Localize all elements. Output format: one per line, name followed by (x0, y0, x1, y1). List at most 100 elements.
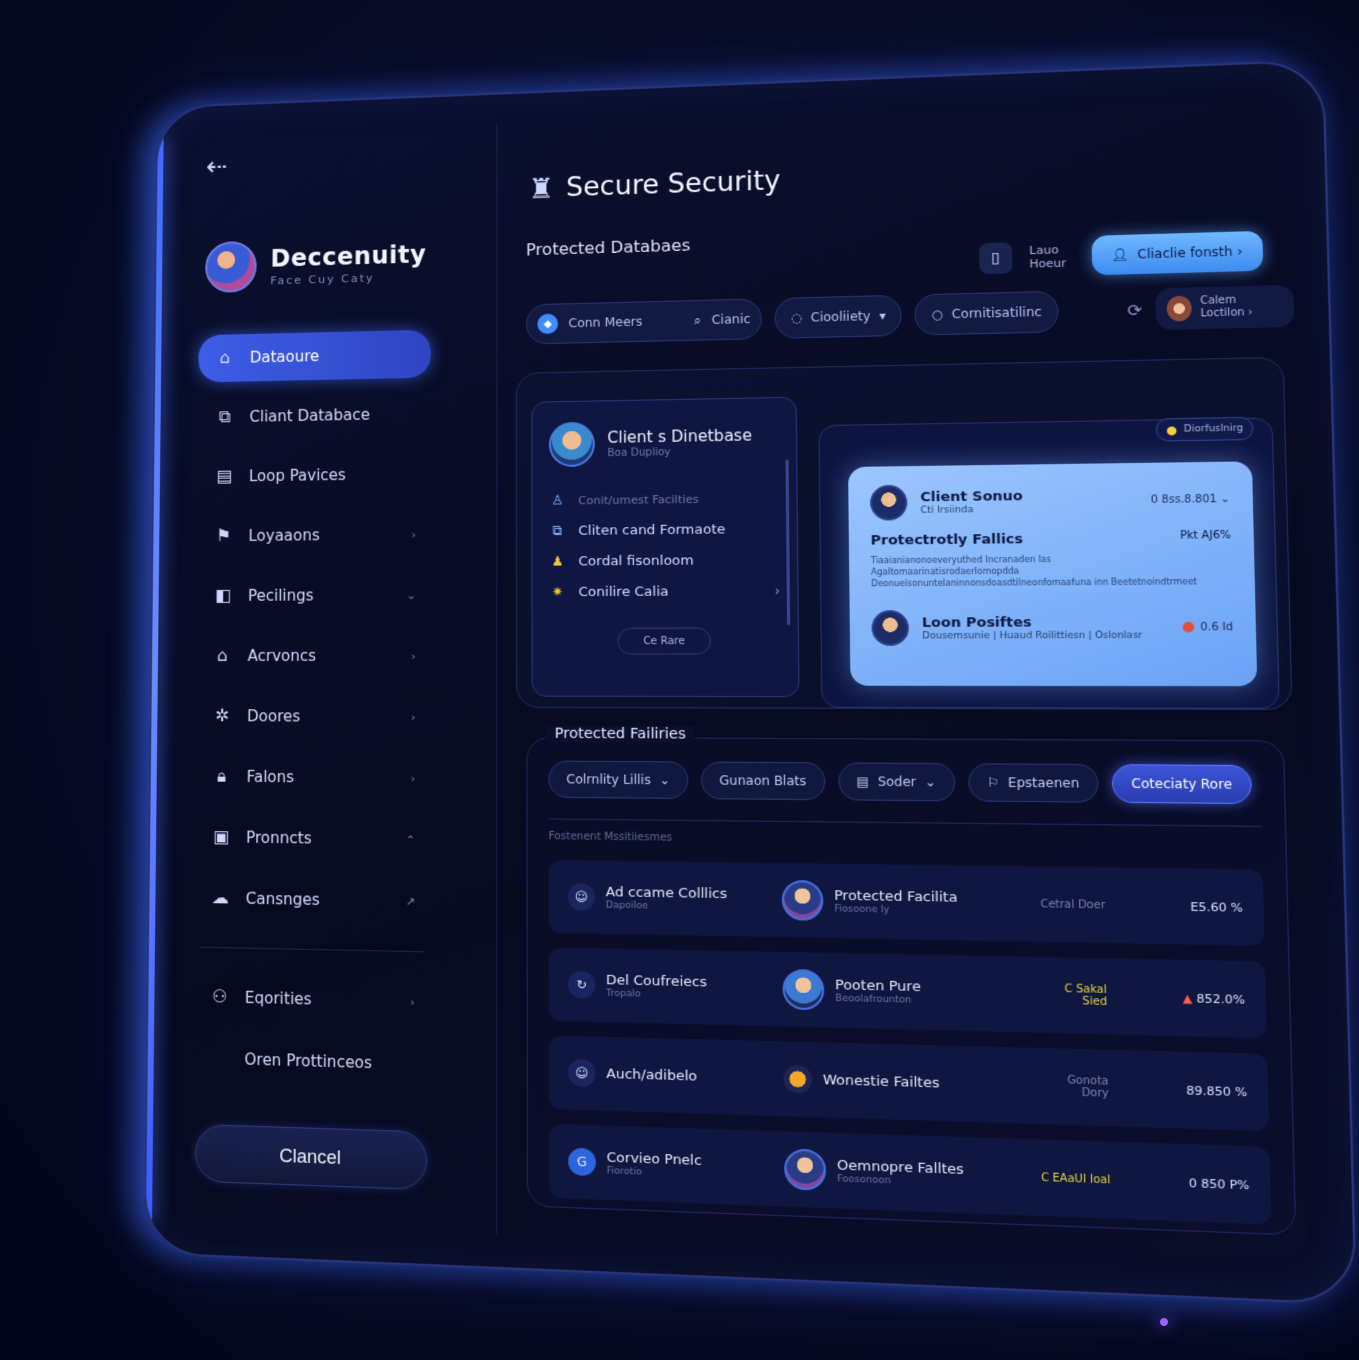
sidebar-item-doores[interactable]: ✲ Doores › (195, 692, 430, 741)
row-value: E5.60 % (1190, 899, 1244, 915)
refresh-icon[interactable]: ⟳ (1127, 300, 1142, 320)
card-title: Client s Dinetbase (607, 426, 753, 447)
list-item[interactable]: ⧉ Cliten cand Formaote (549, 513, 780, 546)
glow-dot (1160, 1318, 1168, 1326)
sidebar-item-loyaaons[interactable]: ⚑ Loyaaons › (197, 510, 431, 560)
scrollbar[interactable] (785, 459, 791, 626)
folder-icon: ◧ (215, 585, 232, 606)
shield-figure-icon: ♜ (527, 171, 554, 206)
client-subtitle: Cti Irsiinda (920, 504, 974, 516)
sidebar-item-label: Cliant Databace (249, 405, 370, 426)
database-icon: ⧉ (218, 407, 231, 428)
filter-chip[interactable]: ⚐ Epstaenen (967, 763, 1099, 803)
sidebar-item-acrvoncs[interactable]: ⌂ Acrvoncs › (195, 631, 430, 680)
brand-subtitle: Face Cuy Caty (270, 271, 375, 287)
user-icon: ♟ (551, 553, 564, 570)
sidebar-item-pronncts[interactable]: ▣ Pronncts ⌃ (194, 813, 430, 865)
row-status: C Sakal Sied (1038, 983, 1165, 1010)
top-actions: ▯ Lauo Hoeur 👤︎ Cliaclie fonsth › (978, 230, 1264, 278)
lock-icon: ● (1166, 422, 1178, 437)
chevron-right-icon: › (411, 649, 416, 663)
user-menu[interactable]: Calem Loctilon › (1155, 284, 1295, 331)
phone-icon[interactable]: ▯ (978, 242, 1012, 275)
status-badge-label: Diorfuslnirg (1183, 423, 1244, 435)
user-icon: ♙ (551, 492, 564, 509)
person-value-text: 0.6 Id (1200, 621, 1234, 634)
flag-icon: ⚐ (987, 775, 1000, 791)
primary-action-button[interactable]: 👤︎ Cliaclie fonsth › (1090, 230, 1264, 276)
arrow-left-icon[interactable]: ⇠ (206, 152, 228, 182)
padlock-icon: 🔒︎ (216, 766, 227, 787)
search-button-label[interactable]: Cianic (712, 312, 751, 327)
row-status-text: C EAaUI Ioal (1040, 1171, 1111, 1187)
search-icon[interactable]: ⌕ (694, 313, 701, 328)
search-input[interactable]: ◆ Conn Meers ⌕ Cianic (526, 298, 763, 345)
sidebar-item-label: Oren Prottinceos (244, 1050, 373, 1073)
table-row[interactable]: ↻ Del Coufreiecs Tropalo Pooten Pure Beo… (548, 947, 1267, 1039)
sidebar-item-label: Pronncts (246, 828, 312, 848)
person-row: Loon Posiftes Dousemsunie | Huaud Roilit… (871, 609, 1233, 646)
table-row[interactable]: G Corvieo Pnelc Fiorotio Oemnopre Fallte… (548, 1123, 1272, 1225)
client-source-card[interactable]: Client Sonuo Cti Irsiinda 0 8ss.8.801 ⌄ … (848, 461, 1258, 687)
avatar (871, 610, 910, 646)
sidebar-item-label: Doores (247, 707, 301, 726)
row-sub: Dapoiloe (605, 899, 649, 912)
avatar (869, 484, 908, 521)
row-person: Protected Facilita Fiosoone ly (781, 879, 1037, 925)
filter-chip[interactable]: Colrnlity Lillis ⌄ (548, 760, 689, 800)
value-dropdown[interactable]: 0 8ss.8.801 ⌄ (1151, 493, 1230, 506)
top-link[interactable]: Lauo Hoeur (1029, 243, 1074, 271)
client-name: Client Sonuo (920, 488, 1023, 506)
cancel-button[interactable]: Clancel (194, 1123, 428, 1191)
table-row[interactable]: ☺ Ad ccame Colllics Dapoiloe Protected F… (548, 859, 1265, 946)
filter-dropdown[interactable]: ◌ Ciooliiety ▾ (774, 294, 903, 339)
sidebar-item-label: Dataoure (249, 347, 320, 367)
filter-toggle[interactable]: ○ Cornitisatilinc (914, 290, 1059, 336)
list-item[interactable]: ✷ Conilire Calia › (549, 575, 780, 607)
filter-chip[interactable]: ▤ Soder ⌄ (837, 762, 956, 802)
search-placeholder: Conn Meers (568, 314, 643, 331)
avatar[interactable] (205, 240, 257, 294)
list-item[interactable]: ♙ Conit/umest Facilties (549, 482, 779, 515)
row-name: Ad ccame Colllics (605, 884, 728, 902)
sidebar-item-label: Eqorities (244, 988, 312, 1009)
filter-chip[interactable]: Gunaon Blats (700, 761, 826, 801)
client-database-card[interactable]: Client s Dinetbase Boa Duplioy ♙ Conit/u… (531, 396, 800, 698)
card-button[interactable]: Ce Rare (617, 627, 711, 655)
sidebar-item-client-database[interactable]: ⧉ Cliant Databace (198, 390, 431, 442)
sidebar-nav: ⌂ Dataoure ⧉ Cliant Databace ▤ Loop Pavi… (192, 329, 431, 1102)
table-row[interactable]: ☺ Auch/adibelo Wonestie Failtes Gonota D… (548, 1035, 1270, 1132)
users-icon: ⚇ (211, 986, 228, 1008)
row-person-name: Pooten Pure (835, 976, 921, 995)
row-status: C EAaUI Ioal (1041, 1172, 1168, 1188)
avatar (782, 968, 825, 1011)
page-title: ♜ Secure Security (527, 164, 780, 206)
status-badge[interactable]: ● Diorfuslnirg (1155, 416, 1254, 442)
row-name: Auch/adibelo (606, 1065, 698, 1085)
filter-chip-active[interactable]: Coteciaty Rore (1111, 764, 1253, 805)
sidebar-item-oren-prottinceos[interactable]: Oren Prottinceos (192, 1033, 430, 1089)
chevron-down-icon: ▾ (879, 308, 886, 324)
facility-list: ☺ Ad ccame Colllics Dapoiloe Protected F… (548, 859, 1272, 1240)
sidebar-item-loop-pavices[interactable]: ▤ Loop Pavices (197, 450, 430, 501)
chevron-down-icon: ⌄ (659, 772, 671, 788)
sidebar-item-dataoure[interactable]: ⌂ Dataoure (198, 329, 431, 383)
filter-chip-label: Epstaenen (1007, 775, 1080, 791)
sidebar-item-pecilings[interactable]: ◧ Pecilings ⌄ (196, 571, 430, 620)
person-name: Loon Posiftes (921, 614, 1032, 631)
sidebar-item-eqorities[interactable]: ⚇ Eqorities › (192, 972, 429, 1027)
row-value-text: 852.0% (1196, 991, 1246, 1007)
primary-action-label: Cliaclie fonsth › (1137, 244, 1243, 262)
card-heading-text: Protectrotly Fallics (870, 531, 1024, 549)
section-title: Protected Databaes (525, 235, 691, 260)
sidebar-item-label: Acrvoncs (247, 646, 317, 665)
person-icon: ☺ (567, 1058, 596, 1088)
lock-icon: ◌ (790, 310, 803, 326)
row-facility: ☺ Ad ccame Colllics Dapoiloe (567, 883, 782, 914)
list-item[interactable]: ♟ Cordal fisonloom (549, 544, 780, 577)
user-run-icon: ⚑ (215, 526, 232, 547)
sidebar-item-falons[interactable]: 🔒︎ Falons › (194, 752, 430, 803)
card-header: Client s Dinetbase Boa Duplioy (548, 419, 779, 468)
circle-icon: ○ (931, 307, 943, 322)
sidebar-item-cansnges[interactable]: ☁ Cansnges ↗ (193, 873, 429, 926)
